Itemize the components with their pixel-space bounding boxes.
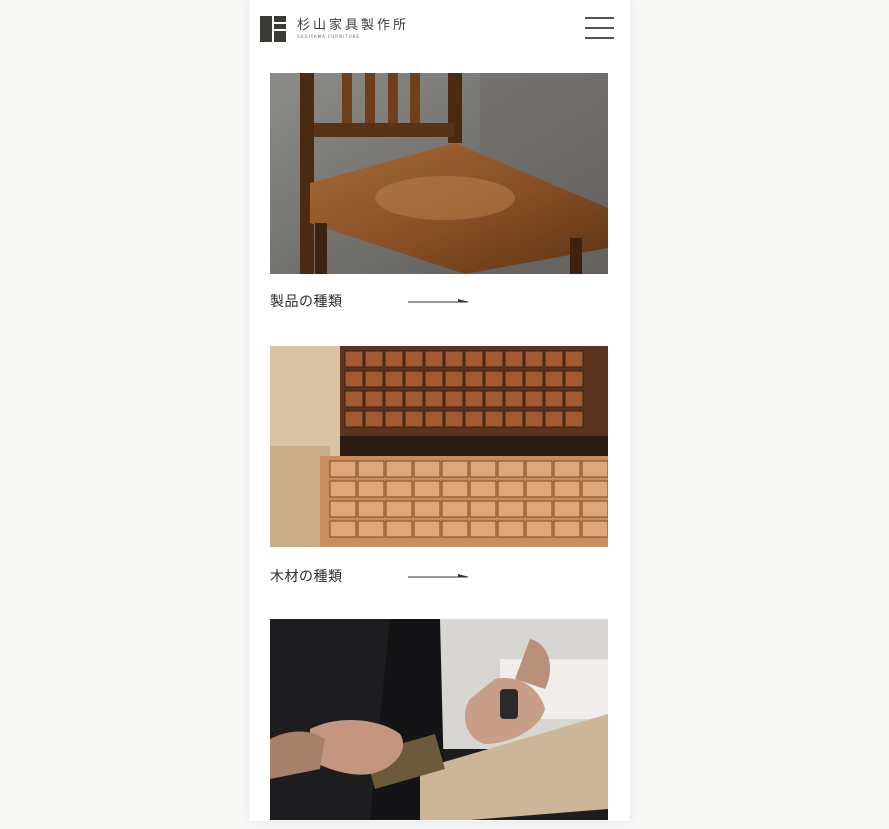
logo[interactable]: 杉山家具製作所 SUGIYAMA FURNITURE (260, 16, 409, 42)
product-types-link[interactable]: 製品の種類 (270, 289, 490, 313)
mobile-page: 杉山家具製作所 SUGIYAMA FURNITURE 製品の種類 木材の種類 (249, 0, 630, 821)
wood-types-link[interactable]: 木材の種類 (270, 564, 490, 588)
header: 杉山家具製作所 SUGIYAMA FURNITURE (249, 0, 630, 60)
arrow-right-icon (408, 574, 469, 578)
craftsmanship-image[interactable] (270, 619, 608, 820)
product-types-label: 製品の種類 (270, 294, 343, 310)
product-types-image[interactable] (270, 73, 608, 274)
brand-subtitle: SUGIYAMA FURNITURE (297, 34, 360, 39)
brand-name: 杉山家具製作所 (297, 18, 410, 33)
hamburger-menu-icon[interactable] (585, 17, 614, 39)
logo-mark-icon (260, 16, 286, 42)
wood-types-image[interactable] (270, 346, 608, 547)
wood-types-label: 木材の種類 (270, 569, 343, 585)
arrow-right-icon (408, 299, 469, 303)
